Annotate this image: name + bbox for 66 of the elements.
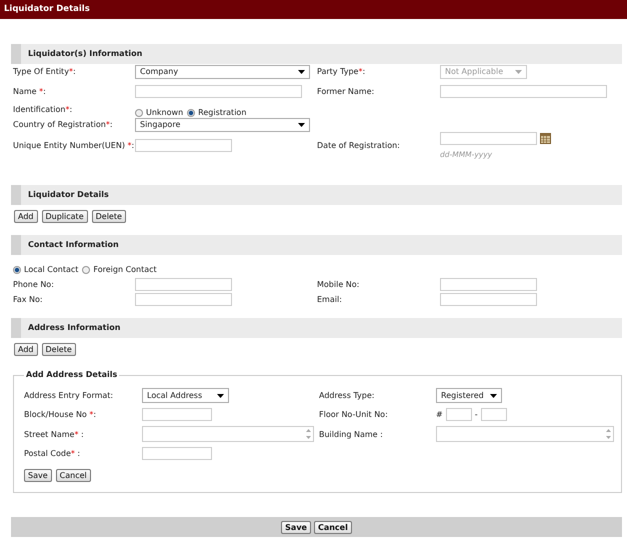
input-field[interactable] xyxy=(440,278,537,291)
field-label: Country of Registration*: xyxy=(13,120,114,129)
dropdown[interactable]: Local Address xyxy=(142,388,229,403)
field-label: Block/House No *: xyxy=(24,410,98,419)
field-label: Party Type*: xyxy=(317,67,366,76)
caret-icon xyxy=(490,394,497,398)
form-button[interactable]: Delete xyxy=(92,210,126,223)
scroll-arrows-icon xyxy=(305,427,312,441)
section-heading: Contact Information xyxy=(11,235,622,255)
input-field[interactable] xyxy=(135,85,302,98)
field-label: Address Type: xyxy=(319,391,376,400)
section-heading: Address Information xyxy=(11,318,622,338)
field-label: Mobile No: xyxy=(317,280,360,289)
dropdown[interactable]: Company xyxy=(135,64,310,78)
field-label: Fax No: xyxy=(13,295,44,304)
fieldset-legend: Add Address Details xyxy=(24,370,120,379)
input-field[interactable] xyxy=(440,85,607,98)
form-button[interactable]: Delete xyxy=(42,343,76,356)
section-heading: Liquidator(s) Information xyxy=(11,44,622,64)
dropdown[interactable]: Registered xyxy=(436,388,502,403)
form-button[interactable]: Save xyxy=(24,469,52,482)
caret-icon xyxy=(298,70,305,74)
text-area[interactable] xyxy=(142,426,314,442)
field-label: Floor No-Unit No: xyxy=(319,410,389,419)
radio-option[interactable]: Registration xyxy=(187,108,246,117)
field-label: Identification*: xyxy=(13,105,74,114)
scroll-arrows-icon xyxy=(605,427,612,441)
dash-separator: - xyxy=(474,410,478,419)
field-label: Date of Registration: xyxy=(317,141,401,150)
radio-option[interactable]: Foreign Contact xyxy=(82,265,157,274)
input-field[interactable] xyxy=(446,408,472,421)
caret-icon xyxy=(298,122,305,126)
form-button[interactable]: Cancel xyxy=(56,469,91,482)
input-field[interactable] xyxy=(480,408,507,421)
input-field[interactable] xyxy=(135,139,232,152)
form-button[interactable]: Cancel xyxy=(314,520,352,534)
field-label: Unique Entity Number(UEN) *: xyxy=(13,141,135,150)
section-heading: Liquidator Details xyxy=(11,185,622,205)
input-field[interactable] xyxy=(142,408,212,421)
field-label: Building Name : xyxy=(319,430,384,438)
radio-option[interactable]: Unknown xyxy=(135,108,184,117)
field-label: Postal Code* : xyxy=(24,449,82,458)
field-label: Name *: xyxy=(13,87,47,96)
radio-option[interactable]: Local Contact xyxy=(13,265,78,274)
text-area[interactable] xyxy=(436,426,614,442)
field-label: Type Of Entity*: xyxy=(13,67,77,76)
field-label: Email: xyxy=(317,295,343,304)
input-field[interactable] xyxy=(142,447,212,460)
field-label: Address Entry Format: xyxy=(24,391,114,400)
dropdown[interactable]: Singapore xyxy=(135,118,310,132)
field-label: Street Name* : xyxy=(24,430,85,438)
input-field[interactable] xyxy=(135,293,232,306)
form-button[interactable]: Add xyxy=(14,343,38,356)
caret-icon xyxy=(217,394,224,398)
date-field[interactable] xyxy=(440,132,537,145)
form-button[interactable]: Save xyxy=(281,520,311,534)
field-label: Former Name: xyxy=(317,87,376,96)
form-button[interactable]: Add xyxy=(14,210,38,223)
calendar-icon[interactable] xyxy=(540,133,551,144)
caret-icon xyxy=(515,70,522,74)
hash-symbol: # xyxy=(436,410,443,419)
input-field[interactable] xyxy=(440,293,537,306)
form-button[interactable]: Duplicate xyxy=(42,210,88,223)
input-field[interactable] xyxy=(135,278,232,291)
window-title: Liquidator Details xyxy=(0,0,627,19)
field-label: Phone No: xyxy=(13,280,55,289)
